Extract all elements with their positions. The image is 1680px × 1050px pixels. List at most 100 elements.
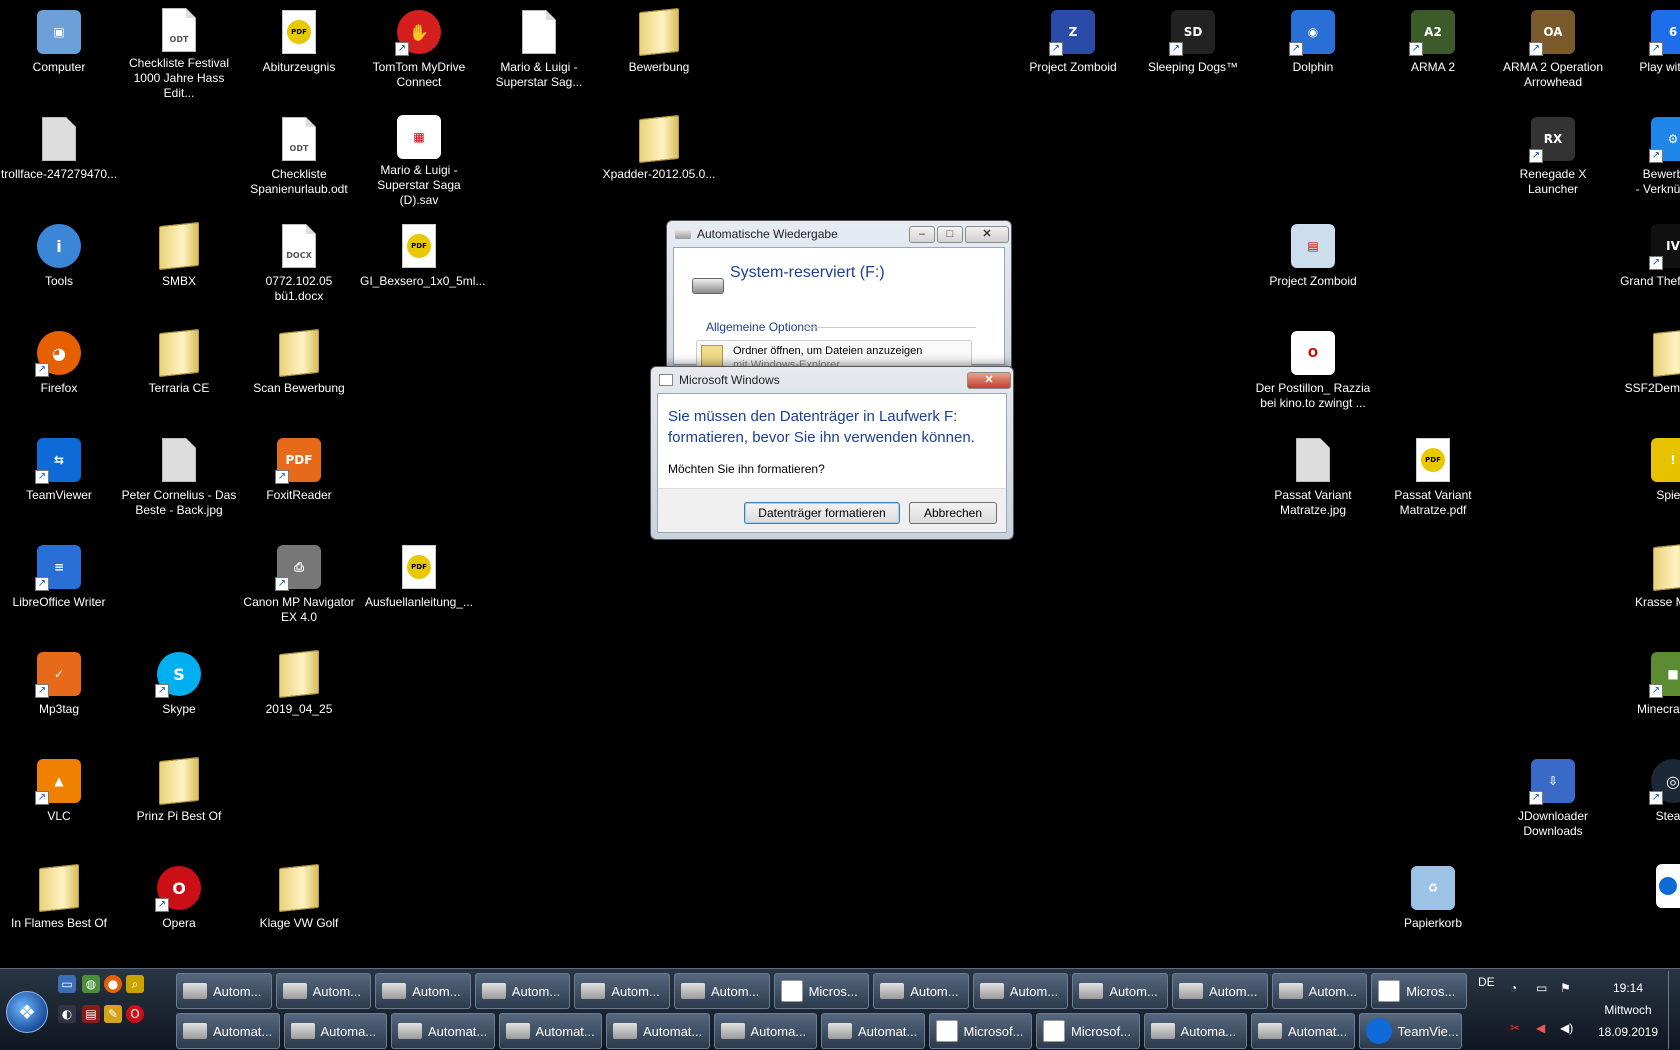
clock-date[interactable]: 18.09.2019 <box>1588 1025 1668 1039</box>
taskbar-button[interactable]: Autom... <box>375 973 471 1009</box>
taskbar-button[interactable]: Autom... <box>1072 973 1168 1009</box>
taskbar-button[interactable]: Autom... <box>1172 973 1268 1009</box>
taskbar-button[interactable]: Automat... <box>498 1013 602 1049</box>
taskbar-button[interactable]: Autom... <box>873 973 969 1009</box>
desktop-icon[interactable]: 2019_04_25 <box>240 642 358 742</box>
desktop-icon[interactable]: ▣ Computer <box>0 0 118 100</box>
quicklaunch-tools-icon[interactable]: ✎ <box>104 1005 122 1023</box>
desktop-icon[interactable]: Klage VW Golf <box>240 856 358 956</box>
tray-mute-icon[interactable]: ◀ <box>1536 1021 1545 1035</box>
tray-volume-icon[interactable]: ◀) <box>1560 1021 1573 1035</box>
minimize-button[interactable]: – <box>909 225 935 243</box>
taskbar-button[interactable]: TeamVie... <box>1358 1013 1462 1049</box>
desktop-icon[interactable]: ! Spiele <box>1614 428 1680 528</box>
desktop-icon[interactable]: ≡ ↗ LibreOffice Writer <box>0 535 118 635</box>
format-dialog[interactable]: Microsoft Windows ✕ Sie müssen den Daten… <box>650 366 1014 540</box>
quicklaunch-network-icon[interactable]: ◍ <box>82 975 100 993</box>
desktop-icon[interactable]: In Flames Best Of <box>0 856 118 956</box>
desktop-icon[interactable]: ▤ Project Zomboid <box>1254 214 1372 314</box>
desktop-icon[interactable]: OA ↗ ARMA 2 Operation Arrowhead <box>1494 0 1612 100</box>
desktop-icon[interactable]: SD ↗ Sleeping Dogs™ <box>1134 0 1252 100</box>
taskbar-button[interactable]: Automat... <box>606 1013 710 1049</box>
tray-network-icon[interactable]: ◔ <box>1510 981 1517 995</box>
desktop-icon[interactable]: ⚙↗ Bewerbung - Verknüpfung <box>1614 107 1680 207</box>
desktop-icon[interactable]: ODT Checkliste Spanienurlaub.odt <box>240 107 358 207</box>
taskbar-button[interactable]: Autom... <box>176 973 272 1009</box>
desktop-icon[interactable]: Z ↗ Project Zomboid <box>1014 0 1132 100</box>
desktop-icon[interactable]: ◉ ↗ Dolphin <box>1254 0 1372 100</box>
taskbar-button[interactable]: Automa... <box>1143 1013 1247 1049</box>
desktop-icon[interactable]: Passat Variant Matratze.jpg <box>1254 428 1372 528</box>
taskbar-button[interactable]: Automat... <box>821 1013 925 1049</box>
desktop-icon[interactable]: ODT Checkliste Festival 1000 Jahre Hass E… <box>120 0 238 100</box>
format-disk-button[interactable]: Datenträger formatieren <box>744 502 900 524</box>
desktop-icon[interactable]: 6↗ Play withSIX <box>1614 0 1680 100</box>
desktop-icon[interactable]: O ↗ Opera <box>120 856 238 956</box>
taskbar-button[interactable]: Autom... <box>474 973 571 1009</box>
taskbar-button[interactable]: Autom... <box>674 973 770 1009</box>
desktop-icon[interactable]: ⇩ ↗ JDownloader Downloads <box>1494 749 1612 849</box>
quicklaunch-search-icon[interactable]: ⌕ <box>126 975 144 993</box>
language-indicator[interactable]: DE <box>1478 975 1495 989</box>
desktop-icon[interactable]: PDF Ausfuellanleitung_... <box>360 535 478 635</box>
desktop-icon[interactable]: PDF GI_Bexsero_1x0_5ml... <box>360 214 485 314</box>
taskbar-button[interactable]: Micros... <box>773 973 870 1009</box>
taskbar-button[interactable]: Automa... <box>713 1013 817 1049</box>
desktop-icon[interactable]: ⇆ ↗ TeamViewer <box>0 428 118 528</box>
taskbar-button[interactable]: Automat... <box>176 1013 280 1049</box>
tray-scissors-icon[interactable]: ✂ <box>1510 1021 1520 1035</box>
desktop-icon[interactable]: i Tools <box>0 214 118 314</box>
desktop-icon[interactable]: Terraria CE <box>120 321 238 421</box>
desktop-icon[interactable]: O Der Postillon_ Razzia bei kino.to zwing… <box>1254 321 1372 421</box>
desktop-icon[interactable]: SSF2DemoV0_8b <box>1614 321 1680 421</box>
desktop-icon[interactable]: Peter Cornelius - Das Beste - Back.jpg <box>120 428 238 528</box>
maximize-button[interactable]: □ <box>937 225 963 243</box>
desktop-icon[interactable]: ⎙ ↗ Canon MP Navigator EX 4.0 <box>240 535 358 635</box>
quicklaunch-show-desktop-icon[interactable]: ▭ <box>58 975 76 993</box>
desktop-icon[interactable]: PDF Abiturzeugnis <box>240 0 358 100</box>
desktop-icon[interactable]: Krasse Mukke <box>1614 535 1680 635</box>
taskbar-button[interactable]: Autom... <box>275 973 372 1009</box>
start-button[interactable]: ❖ <box>6 991 48 1033</box>
tray-display-icon[interactable]: ▭ <box>1536 981 1547 995</box>
desktop-icon[interactable]: S ↗ Skype <box>120 642 238 742</box>
taskbar-button[interactable]: Autom... <box>972 973 1069 1009</box>
taskbar-button[interactable]: Microsof... <box>928 1013 1032 1049</box>
quicklaunch-firefox-icon[interactable]: ● <box>104 975 122 993</box>
teamviewer-side-tab[interactable] <box>1656 864 1680 908</box>
desktop-icon[interactable]: Scan Bewerbung <box>240 321 358 421</box>
taskbar-button[interactable]: Microsof... <box>1036 1013 1140 1049</box>
taskbar-button[interactable]: Automat... <box>391 1013 495 1049</box>
desktop-icon[interactable]: ◕ ↗ Firefox <box>0 321 118 421</box>
dialog-close-button[interactable]: ✕ <box>967 371 1011 389</box>
desktop-icon[interactable]: trollface-247279470... <box>0 107 118 207</box>
show-desktop-button[interactable] <box>1668 971 1678 1049</box>
desktop-icon[interactable]: Prinz Pi Best Of <box>120 749 238 849</box>
taskbar-button[interactable]: Automat... <box>1251 1013 1355 1049</box>
desktop-icon[interactable]: Xpadder-2012.05.0... <box>600 107 718 207</box>
desktop-icon[interactable]: IV↗ Grand Theft Auto IV <box>1614 214 1680 314</box>
close-button[interactable]: ✕ <box>965 225 1009 243</box>
taskbar-button[interactable]: Micros... <box>1371 973 1467 1009</box>
desktop-icon[interactable]: ■↗ Minecraft.exe <box>1614 642 1680 742</box>
dialog-titlebar[interactable]: Microsoft Windows ✕ <box>651 367 1013 393</box>
desktop-icon[interactable]: ♻ Papierkorb <box>1374 856 1492 956</box>
desktop-icon[interactable]: RX ↗ Renegade X Launcher <box>1494 107 1612 207</box>
taskbar-button[interactable]: Autom... <box>574 973 670 1009</box>
desktop-icon[interactable]: Mario & Luigi - Superstar Sag... <box>480 0 598 100</box>
desktop-icon[interactable]: PDF ↗ FoxitReader <box>240 428 358 528</box>
desktop-icon[interactable]: ✋ ↗ TomTom MyDrive Connect <box>360 0 478 100</box>
taskbar-button[interactable]: Automa... <box>283 1013 387 1049</box>
desktop-icon[interactable]: DOCX 0772.102.05 bü1.docx <box>240 214 358 314</box>
desktop-icon[interactable]: Bewerbung <box>600 0 718 100</box>
taskbar-button[interactable]: Autom... <box>1271 973 1368 1009</box>
desktop-icon[interactable]: ▲ ↗ VLC <box>0 749 118 849</box>
desktop-icon[interactable]: PDF Passat Variant Matratze.pdf <box>1374 428 1492 528</box>
autoplay-window[interactable]: Automatische Wiedergabe – □ ✕ System-res… <box>666 220 1012 374</box>
cancel-button[interactable]: Abbrechen <box>909 502 997 524</box>
desktop-icon[interactable]: A2 ↗ ARMA 2 <box>1374 0 1492 100</box>
desktop-icon[interactable]: ◎↗ Steam <box>1614 749 1680 849</box>
desktop-icon[interactable]: ✓ ↗ Mp3tag <box>0 642 118 742</box>
quicklaunch-steam-icon[interactable]: ◐ <box>58 1005 76 1023</box>
desktop-icon[interactable]: ▦ Mario & Luigi - Superstar Saga (D).sav <box>360 107 478 207</box>
